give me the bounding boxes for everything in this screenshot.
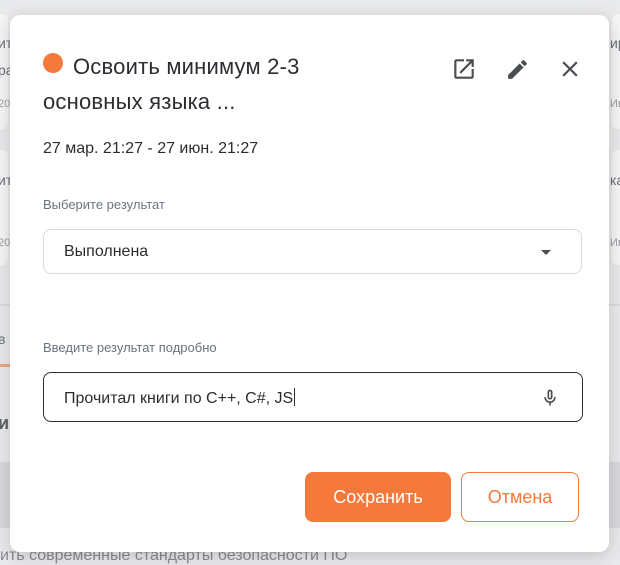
date-range: 27 мар. 21:27 - 27 июн. 21:27 [43, 140, 259, 157]
dropdown-arrow-icon [541, 250, 551, 255]
result-select[interactable]: Выполнена [43, 229, 582, 274]
detail-input[interactable]: Прочитал книги по С++, C#, JS [43, 372, 583, 422]
bg-fragment: ир [610, 35, 620, 51]
microphone-icon[interactable] [540, 385, 560, 411]
result-label: Выберите результат [43, 197, 165, 212]
close-icon [562, 61, 578, 77]
edit-button[interactable] [500, 52, 534, 86]
bg-tab-underline [0, 364, 10, 367]
save-button[interactable]: Сохранить [305, 472, 451, 522]
bg-card-right-top [612, 14, 620, 129]
text-caret [294, 388, 296, 406]
bg-fragment: и [0, 413, 10, 433]
bg-fragment: Ив [610, 237, 620, 249]
cancel-button[interactable]: Отмена [461, 472, 579, 522]
bg-fragment: ка [610, 172, 620, 188]
close-button[interactable] [553, 52, 587, 86]
bg-fragment: 20 [0, 237, 11, 249]
bg-fragment: Ив [610, 98, 620, 110]
detail-label: Введите результат подробно [43, 340, 217, 355]
detail-input-value: Прочитал книги по С++, C#, JS [64, 388, 296, 407]
pencil-icon [507, 59, 527, 79]
open-external-button[interactable] [447, 52, 481, 86]
dialog-title: Освоить минимум 2-3 основных языка ... [43, 54, 300, 114]
goal-result-dialog: Освоить минимум 2-3 основных языка ... 2… [10, 15, 609, 552]
result-select-value: Выполнена [64, 243, 149, 260]
bg-fragment: в [0, 331, 6, 347]
bg-fragment: 20 [0, 98, 11, 110]
external-link-icon [454, 59, 474, 79]
